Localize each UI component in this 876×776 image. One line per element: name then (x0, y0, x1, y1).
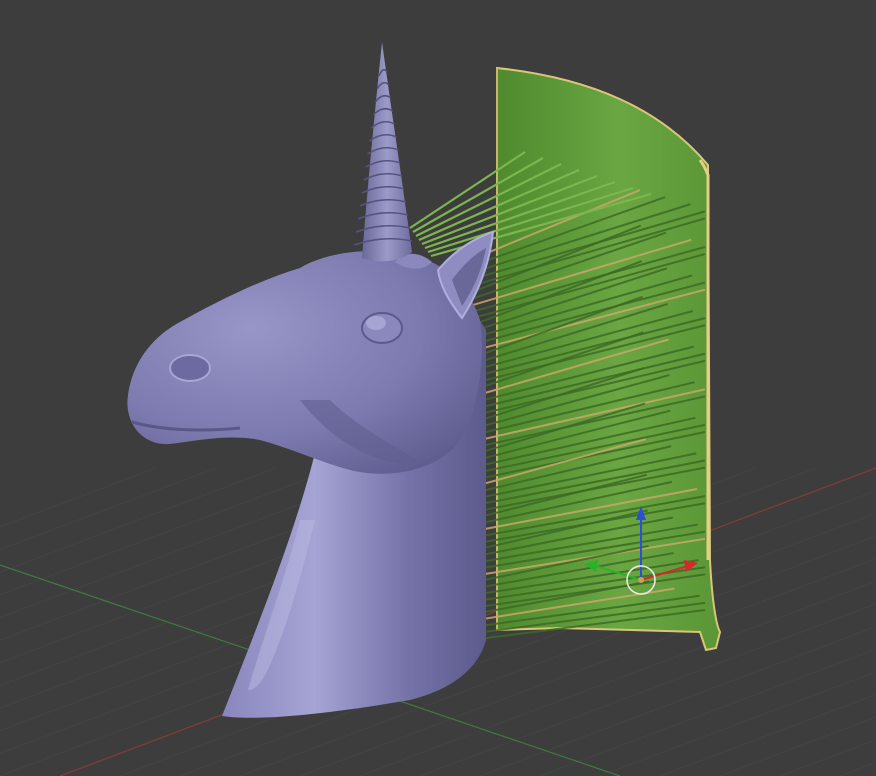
unicorn-horn (354, 42, 412, 262)
viewport-canvas[interactable] (0, 0, 876, 776)
unicorn-head-mesh[interactable] (127, 230, 495, 718)
object-origin-dot (638, 577, 644, 583)
3d-viewport[interactable] (0, 0, 876, 776)
